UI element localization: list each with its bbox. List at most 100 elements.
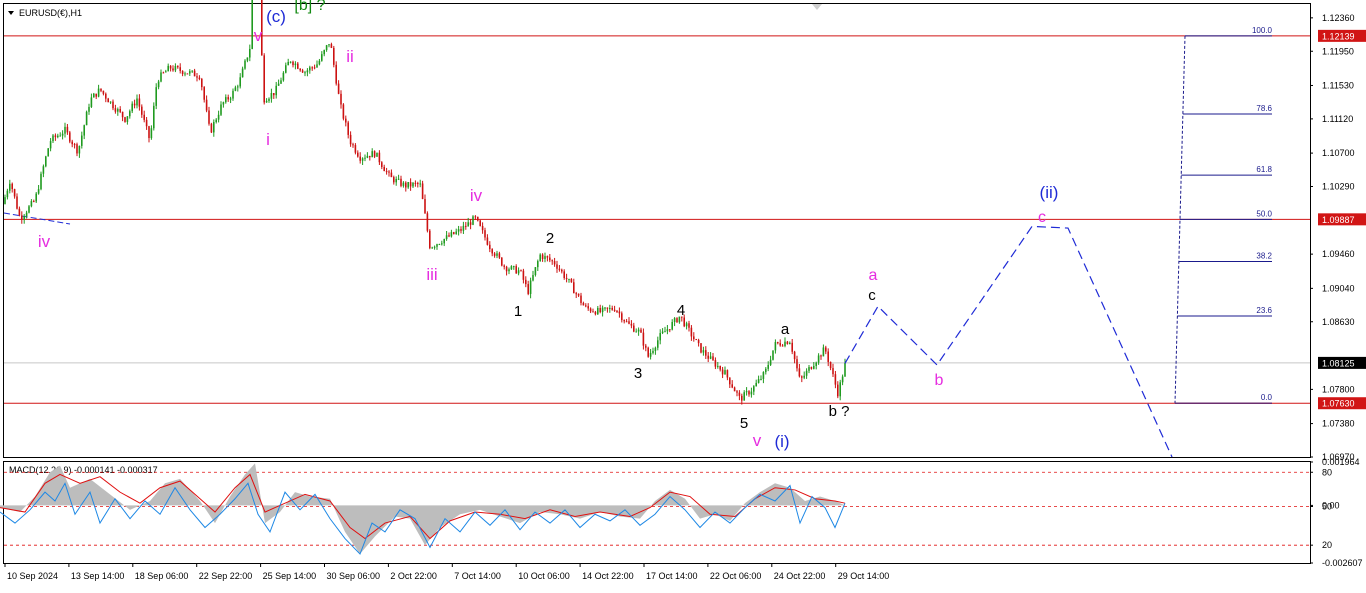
wave-label: v (753, 431, 762, 450)
candle (340, 93, 342, 105)
candle (352, 144, 354, 146)
candle (263, 55, 265, 103)
candle (527, 284, 529, 294)
fib-level-label: 50.0 (1256, 209, 1272, 218)
candle (803, 375, 805, 378)
candle (275, 85, 277, 96)
candle (810, 367, 813, 369)
candle (205, 99, 208, 111)
candle (126, 116, 129, 122)
candle (160, 72, 162, 82)
price-tag-label: 1.07630 (1322, 399, 1355, 409)
fib-level-label: 23.6 (1256, 306, 1272, 315)
candle (741, 395, 743, 401)
candle (839, 382, 841, 397)
candle (18, 208, 21, 216)
candle (251, 0, 253, 49)
chart-root: EURUSD(€),H1 MACD(12,26,9) -0.000141 -0.… (0, 0, 1366, 588)
candle (537, 261, 539, 268)
candle (587, 306, 589, 309)
wave-label: v (254, 26, 263, 45)
candle (37, 189, 40, 194)
candle (107, 98, 109, 103)
time-tick-label: 2 Oct 22:00 (390, 571, 437, 581)
candle (719, 365, 721, 370)
candle (757, 379, 760, 383)
candle (364, 157, 366, 159)
candle (702, 350, 705, 353)
wave-label: a (869, 267, 878, 284)
candle (570, 278, 573, 283)
candle (813, 365, 815, 369)
wave-label: ii (346, 47, 354, 66)
wave-label: (ii) (1040, 183, 1059, 202)
candle (155, 87, 157, 106)
candle (546, 256, 549, 258)
candle (301, 70, 304, 73)
candle (97, 88, 100, 97)
price-tag-label: 1.09887 (1322, 215, 1355, 225)
candle (568, 278, 570, 280)
candle (765, 368, 767, 373)
wave-label: iv (38, 232, 51, 251)
candle (441, 243, 443, 245)
candle (726, 370, 729, 378)
candle (580, 295, 582, 303)
candle (635, 331, 637, 333)
candle (121, 111, 124, 118)
candle (565, 277, 568, 280)
candle (371, 151, 373, 158)
candle (100, 88, 102, 91)
candle (25, 212, 28, 217)
candle (822, 347, 825, 357)
candle (347, 122, 349, 135)
wave-label: b ? (829, 403, 850, 420)
candle (609, 307, 611, 309)
candle (361, 158, 364, 161)
candle (273, 92, 275, 96)
candle (201, 78, 203, 88)
candle (181, 70, 184, 75)
candle (282, 72, 285, 81)
chart-canvas[interactable]: EURUSD(€),H1 MACD(12,26,9) -0.000141 -0.… (0, 0, 1366, 588)
candle (501, 257, 503, 266)
candle (131, 103, 133, 112)
fib-level-label: 100.0 (1252, 26, 1273, 35)
candle (35, 193, 37, 202)
wave-label: iv (470, 186, 483, 205)
candle (556, 264, 558, 269)
candle (345, 118, 347, 123)
candle (618, 311, 621, 314)
candle (753, 386, 755, 392)
candle (594, 311, 597, 315)
candle (373, 151, 376, 157)
candle (808, 367, 810, 371)
time-tick-label: 14 Oct 22:00 (582, 571, 634, 581)
symbol-menu-button[interactable]: EURUSD(€),H1 (8, 8, 82, 18)
candle (297, 63, 299, 69)
candle (659, 333, 661, 341)
candle (640, 329, 642, 333)
candle (563, 271, 565, 278)
candle (767, 364, 769, 369)
candle (9, 183, 11, 191)
candle (431, 247, 433, 249)
candle (366, 155, 369, 158)
candle (693, 336, 695, 340)
candle (669, 329, 671, 331)
wave-label: 2 (546, 230, 554, 247)
candle (438, 244, 441, 246)
candle (604, 307, 606, 309)
candle (66, 126, 69, 133)
candle (424, 199, 426, 214)
candle (721, 369, 724, 375)
candle (724, 370, 726, 375)
candle (124, 117, 126, 122)
candle (13, 189, 16, 197)
candle (172, 68, 174, 71)
candle (323, 50, 325, 55)
candle (791, 342, 793, 352)
macd-title: MACD(12,26,9) -0.000141 -0.000317 (9, 465, 158, 475)
candle (393, 177, 395, 183)
candle (577, 293, 580, 296)
